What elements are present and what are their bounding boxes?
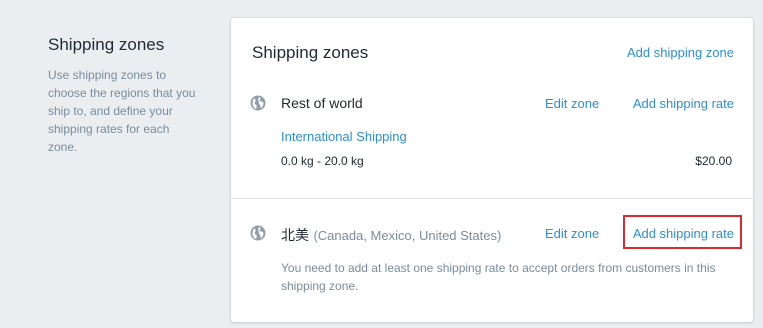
- shipping-rate-price: $20.00: [695, 154, 732, 168]
- shipping-rate-condition: 0.0 kg - 20.0 kg: [281, 154, 364, 168]
- zone-name: Rest of world: [281, 95, 363, 111]
- shipping-rate-name-link[interactable]: International Shipping: [281, 129, 407, 144]
- globe-icon: [250, 225, 266, 241]
- section-title: Shipping zones: [48, 35, 165, 54]
- add-shipping-zone-link[interactable]: Add shipping zone: [627, 45, 734, 60]
- edit-zone-link[interactable]: Edit zone: [545, 226, 599, 241]
- globe-icon: [250, 95, 266, 111]
- card-title: Shipping zones: [252, 43, 369, 62]
- zone-countries: (Canada, Mexico, United States): [313, 228, 502, 243]
- zone-divider: [231, 198, 753, 199]
- shipping-zones-card: Shipping zones Add shipping zone Rest of…: [231, 18, 753, 322]
- add-shipping-rate-link[interactable]: Add shipping rate: [633, 96, 734, 111]
- section-description: Shipping zones Use shipping zones to cho…: [48, 34, 198, 156]
- zone-name: 北美: [281, 227, 309, 243]
- zone-heading: 北美 (Canada, Mexico, United States): [281, 225, 501, 245]
- edit-zone-link[interactable]: Edit zone: [545, 96, 599, 111]
- add-shipping-rate-link[interactable]: Add shipping rate: [633, 226, 734, 241]
- no-rates-warning: You need to add at least one shipping ra…: [281, 261, 716, 293]
- section-help-text: Use shipping zones to choose the regions…: [48, 68, 196, 154]
